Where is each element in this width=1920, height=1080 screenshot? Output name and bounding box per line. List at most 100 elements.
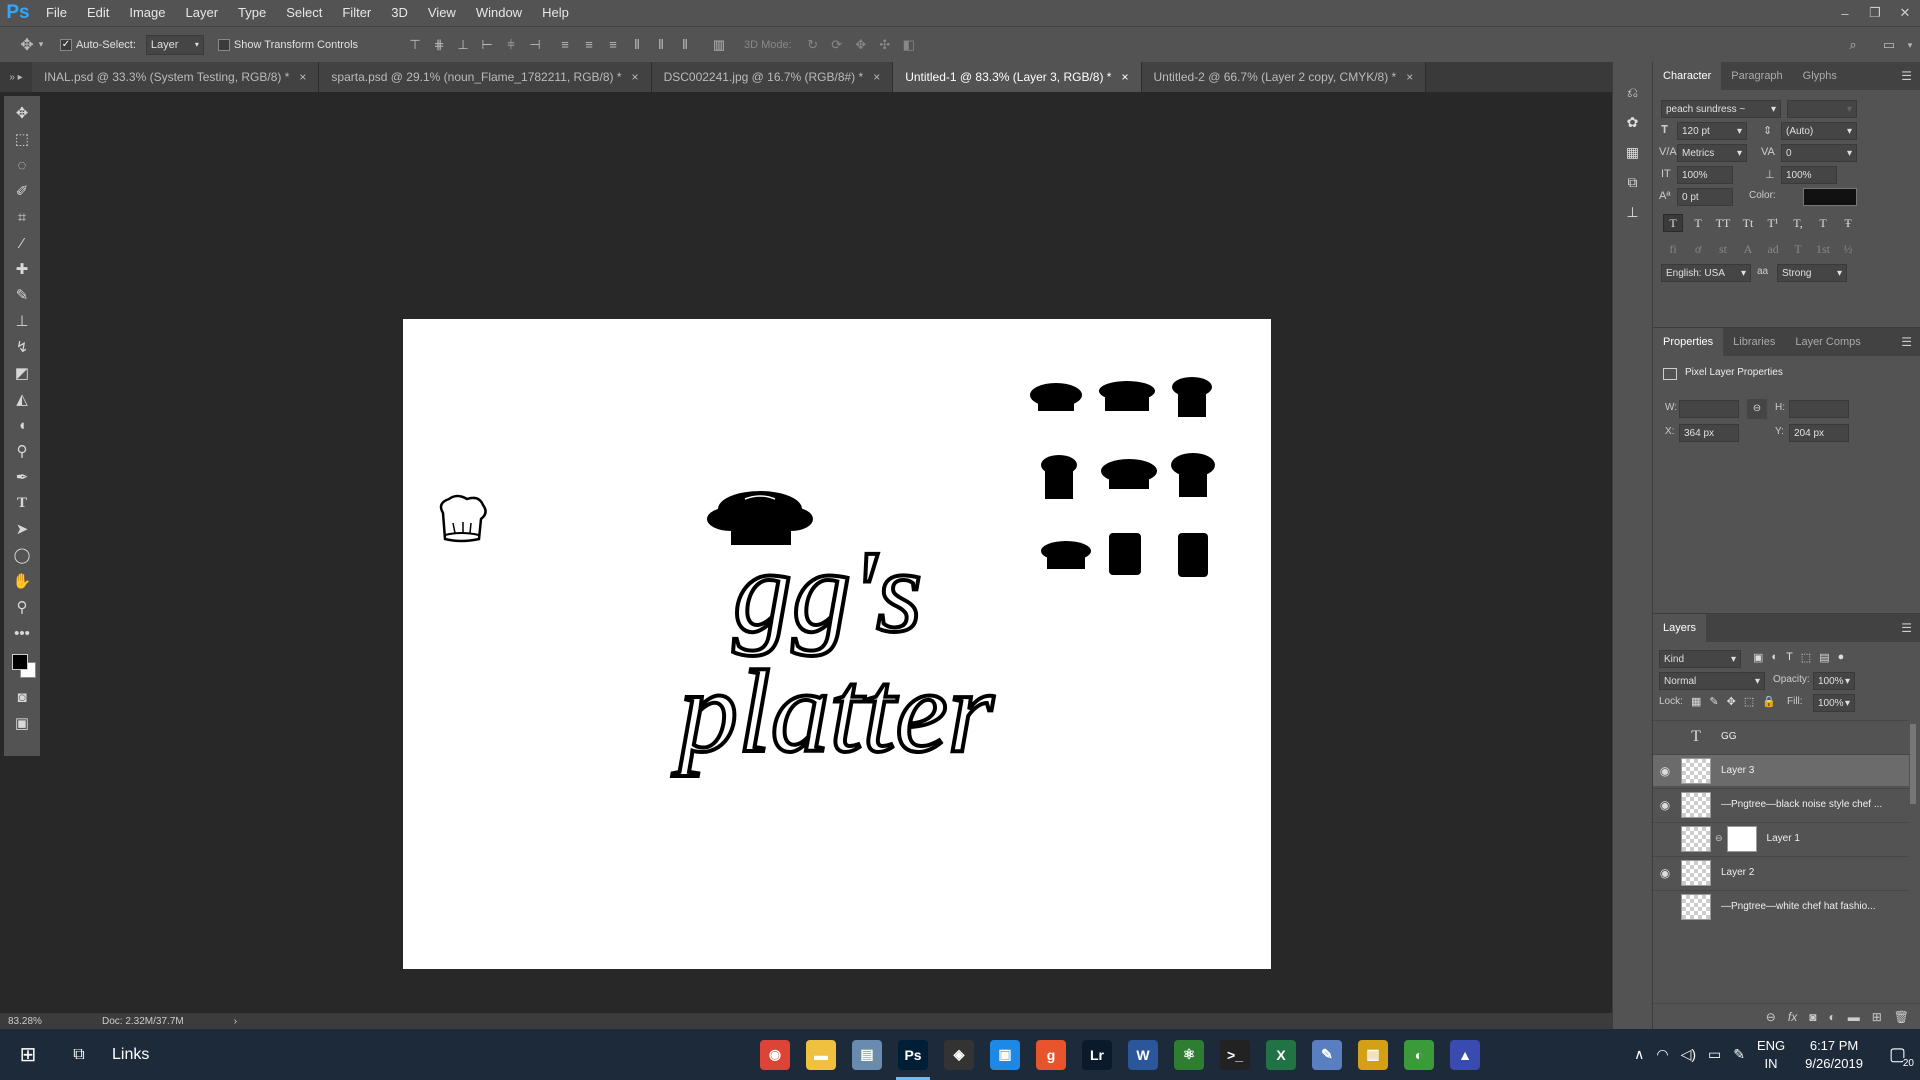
font-size-field[interactable]: 120 pt ▾ [1677,122,1747,140]
eraser-tool-icon[interactable]: ◩ [7,360,37,386]
show-transform-check-icon[interactable] [217,38,230,51]
close-tab-icon[interactable]: × [1406,70,1413,84]
delete-layer-icon[interactable]: 🗑 [1894,1010,1909,1024]
search-icon[interactable]: ⌕ [1844,36,1862,54]
eyedropper-tool-icon[interactable]: ⁄ [7,230,37,256]
3d-pan-icon[interactable]: ✥ [852,36,870,54]
taskbar-app-chrome[interactable]: ◉ [752,1029,798,1080]
panel-menu-icon[interactable]: ☰ [1901,621,1912,635]
height-field[interactable] [1789,400,1849,418]
fill-field[interactable]: 100% ▾ [1813,694,1855,712]
width-field[interactable] [1679,400,1739,418]
hand-tool-icon[interactable]: ✋ [7,568,37,594]
visibility-eye-icon[interactable]: ◉ [1653,721,1677,753]
lock-position-icon[interactable]: ✥ [1727,695,1736,708]
distribute-right-icon[interactable]: ⦀ [676,36,694,54]
quick-mask-icon[interactable]: ◙ [7,684,37,710]
y-position-field[interactable]: 204 px [1789,424,1849,442]
tab-layers[interactable]: Layers [1653,614,1707,642]
dodge-tool-icon[interactable]: ⚲ [7,438,37,464]
type-tool-icon[interactable]: T [7,490,37,516]
pen-icon[interactable]: ✎ [1733,1046,1745,1063]
link-dimensions-icon[interactable]: ⊖ [1747,399,1767,419]
clone-source-icon[interactable]: ⧉ [1620,170,1646,194]
menu-file[interactable]: File [36,0,77,26]
panel-menu-icon[interactable]: ☰ [1901,69,1912,83]
menu-edit[interactable]: Edit [77,0,119,26]
auto-select-checkbox[interactable]: ✓ Auto-Select: [60,38,136,51]
collapse-panels-icon[interactable]: » ▸ [0,62,32,92]
path-select-tool-icon[interactable]: ➤ [7,516,37,542]
panel-menu-icon[interactable]: ☰ [1901,335,1912,349]
opentype-button[interactable]: st [1713,240,1733,258]
new-group-icon[interactable]: ▬ [1848,1010,1860,1024]
kerning-field[interactable]: Metrics ▾ [1677,144,1747,162]
new-layer-icon[interactable]: ⊞ [1872,1010,1882,1024]
zoom-level[interactable]: 83.28% [8,1016,88,1027]
layer-filter-dropdown[interactable]: Kind ▾ [1659,650,1741,668]
document-canvas[interactable]: gg's platter [403,319,1271,969]
restore-button[interactable]: ❐ [1860,0,1890,26]
3d-scale-icon[interactable]: ◧ [900,36,918,54]
opentype-button[interactable]: fi [1663,240,1683,258]
auto-align-icon[interactable]: ▥ [710,36,728,54]
status-menu-chevron-icon[interactable]: › [234,1016,237,1027]
network-icon[interactable]: ◠ [1656,1046,1668,1063]
taskbar-app-photoshop[interactable]: Ps [890,1029,936,1080]
task-view-icon[interactable]: ⧉ [56,1029,102,1080]
healing-brush-tool-icon[interactable]: ✚ [7,256,37,282]
layer-mask-thumbnail[interactable] [1726,825,1757,852]
taskbar-app-paint[interactable]: ✎ [1304,1029,1350,1080]
align-hcenter-icon[interactable]: ⫩ [502,36,520,54]
layer-row[interactable]: ◉ Layer 3 [1653,754,1909,786]
close-tab-icon[interactable]: × [873,70,880,84]
opentype-button[interactable]: T [1788,240,1808,258]
close-window-button[interactable]: ✕ [1890,0,1920,26]
distribute-top-icon[interactable]: ≡ [556,36,574,54]
opentype-button[interactable]: ad [1763,240,1783,258]
type-style-button[interactable]: T, [1788,214,1808,232]
visibility-eye-icon[interactable]: ◉ [1653,823,1677,855]
ellipse-tool-icon[interactable]: ◯ [7,542,37,568]
menu-window[interactable]: Window [466,0,532,26]
distribute-vcenter-icon[interactable]: ≡ [580,36,598,54]
taskbar-app-terminal[interactable]: >_ [1212,1029,1258,1080]
document-tab[interactable]: DSC002241.jpg @ 16.7% (RGB/8#) * × [651,62,894,92]
lock-transparency-icon[interactable]: ▦ [1691,695,1701,708]
tab-properties[interactable]: Properties [1653,328,1724,356]
document-tab[interactable]: INAL.psd @ 33.3% (System Testing, RGB/8)… [32,62,320,92]
vertical-scale-field[interactable]: 100% [1677,166,1733,184]
visibility-eye-icon[interactable]: ◉ [1653,857,1677,889]
visibility-eye-icon[interactable]: ◉ [1653,789,1677,821]
move-tool-icon[interactable]: ✥ [7,100,37,126]
volume-icon[interactable]: ◁) [1681,1046,1696,1063]
taskbar-app-atom[interactable]: ⚛ [1166,1029,1212,1080]
opacity-field[interactable]: 100% ▾ [1813,672,1855,690]
type-style-button[interactable]: Tt [1738,214,1758,232]
layer-row[interactable]: ◉ T GG [1653,720,1909,752]
tab-libraries[interactable]: Libraries [1723,328,1785,356]
menu-help[interactable]: Help [532,0,579,26]
history-panel-icon[interactable]: ⎌ [1620,80,1646,104]
menu-image[interactable]: Image [119,0,175,26]
horizontal-scale-field[interactable]: 100% [1781,166,1837,184]
align-vcenter-icon[interactable]: ⋕ [430,36,448,54]
history-brush-tool-icon[interactable]: ↯ [7,334,37,360]
tracking-field[interactable]: 0 ▾ [1781,144,1857,162]
battery-icon[interactable]: ▭ [1708,1046,1721,1063]
filter-shape-icon[interactable]: ⬚ [1801,651,1811,664]
type-style-button[interactable]: T [1663,214,1683,232]
more-tools-icon[interactable]: ••• [7,620,37,646]
marquee-tool-icon[interactable]: ⬚ [7,126,37,152]
baseline-shift-field[interactable]: 0 pt [1677,188,1733,206]
lock-all-icon[interactable]: 🔒 [1762,695,1776,708]
3d-roll-icon[interactable]: ⟳ [828,36,846,54]
auto-select-check-icon[interactable]: ✓ [60,38,72,51]
brush-tool-icon[interactable]: ✎ [7,282,37,308]
taskbar-app-maps[interactable]: ◐ [1396,1029,1442,1080]
filter-smart-icon[interactable]: ▤ [1819,651,1829,664]
distribute-bottom-icon[interactable]: ≡ [604,36,622,54]
leading-field[interactable]: (Auto) ▾ [1781,122,1857,140]
close-tab-icon[interactable]: × [632,70,639,84]
lock-artboard-icon[interactable]: ⬚ [1744,695,1754,708]
